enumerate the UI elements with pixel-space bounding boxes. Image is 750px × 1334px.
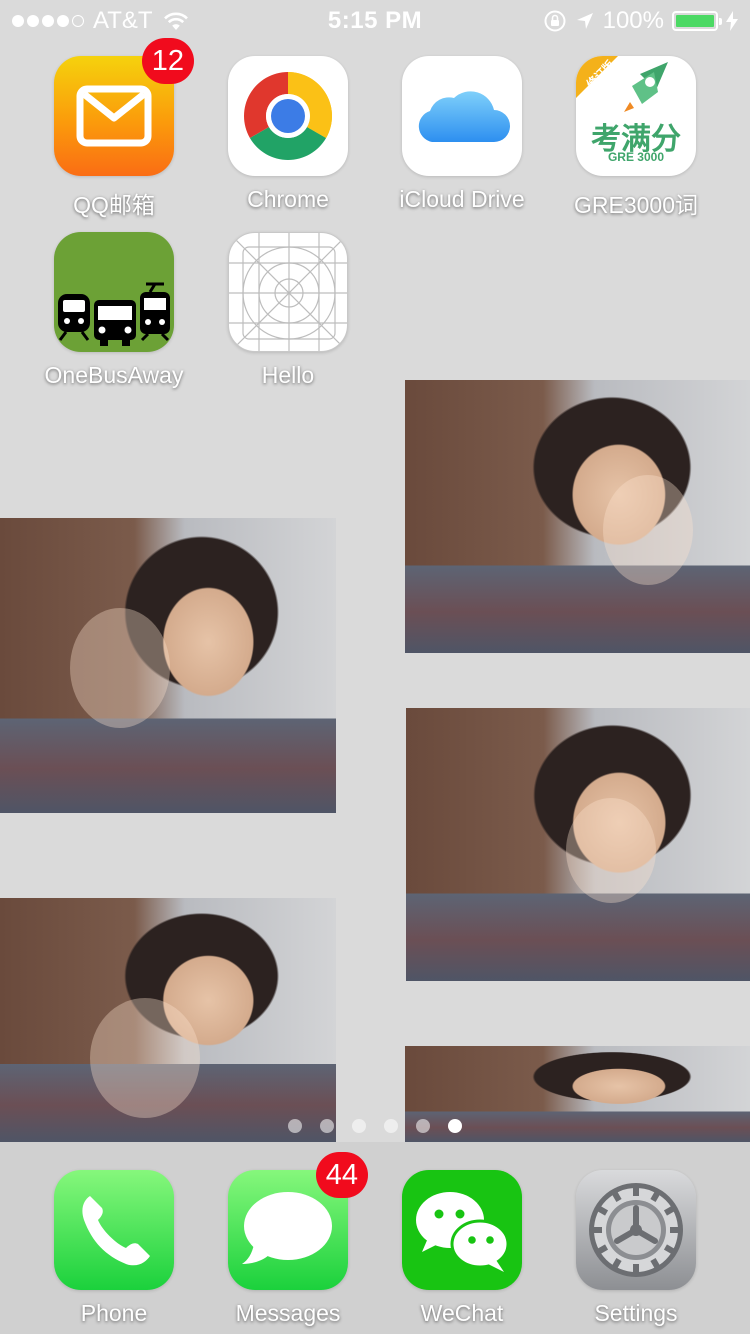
- page-dot: [416, 1119, 430, 1133]
- phone-icon: [54, 1170, 174, 1290]
- chrome-icon: [228, 56, 348, 176]
- status-bar: AT&T 5:15 PM 100%: [0, 0, 750, 40]
- page-dot: [384, 1119, 398, 1133]
- app-label: GRE3000词: [573, 192, 698, 218]
- transit-icon: [54, 232, 174, 352]
- app-label: Hello: [261, 362, 315, 388]
- app-label: QQ邮箱: [73, 192, 155, 218]
- page-dot: [352, 1119, 366, 1133]
- location-arrow-icon: [576, 13, 593, 29]
- dock-app-phone[interactable]: Phone: [26, 1170, 202, 1327]
- app-label: Chrome: [247, 186, 329, 212]
- app-label: iCloud Drive: [399, 186, 525, 212]
- battery-icon: [672, 11, 722, 31]
- dock-app-wechat[interactable]: WeChat: [374, 1170, 550, 1327]
- wallpaper-photo-4: [0, 898, 336, 1142]
- app-label: OneBusAway: [44, 362, 184, 388]
- wallpaper-photo-3: [406, 708, 750, 981]
- wallpaper-photo-1: [405, 380, 750, 653]
- app-label: WeChat: [420, 1300, 504, 1326]
- app-icloud-drive[interactable]: iCloud Drive: [374, 56, 550, 213]
- app-onebusaway[interactable]: OneBusAway: [26, 232, 202, 389]
- cloud-icon: [402, 56, 522, 176]
- battery-percent: 100%: [602, 7, 664, 34]
- icon-grid-template: [228, 232, 348, 352]
- app-gre3000[interactable]: 修订版 考满分 GRE 3000 GRE3000词: [548, 56, 724, 220]
- page-indicator[interactable]: [0, 1119, 750, 1133]
- app-label: Phone: [80, 1300, 148, 1326]
- rotation-lock-icon: [544, 10, 566, 32]
- gre-subtitle-text: GRE 3000: [607, 150, 665, 164]
- charging-bolt-icon: [726, 11, 738, 31]
- dock-app-messages[interactable]: 44 Messages: [200, 1152, 376, 1327]
- page-dot: [320, 1119, 334, 1133]
- app-chrome[interactable]: Chrome: [200, 56, 376, 213]
- wallpaper-photo-2: [0, 518, 336, 813]
- page-dot: [288, 1119, 302, 1133]
- app-label: Messages: [235, 1300, 341, 1326]
- dock-app-settings[interactable]: Settings: [548, 1170, 724, 1327]
- app-hello[interactable]: Hello: [200, 232, 376, 389]
- gear-icon: [576, 1170, 696, 1290]
- app-label: Settings: [594, 1300, 678, 1326]
- wechat-icon: [402, 1170, 522, 1290]
- gre-app-icon: 修订版 考满分 GRE 3000: [576, 56, 696, 176]
- notification-badge: 44: [315, 1152, 368, 1198]
- notification-badge: 12: [141, 38, 194, 84]
- page-dot-active: [448, 1119, 462, 1133]
- app-qq-mail[interactable]: 12 QQ邮箱: [26, 38, 202, 220]
